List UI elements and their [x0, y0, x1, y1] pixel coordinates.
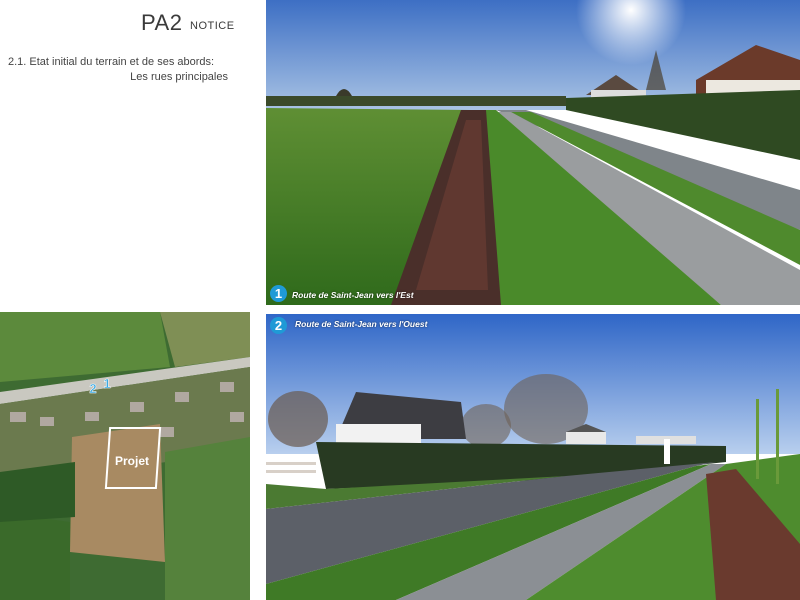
project-label: Projet [115, 454, 150, 468]
map-marker-1: 1 [103, 376, 111, 391]
photo-east-illustration [266, 0, 800, 305]
map-marker-2: 2 [89, 381, 97, 396]
notice-label: NOTICE [190, 20, 235, 32]
photo-2-caption: Route de Saint-Jean vers l'Ouest [295, 319, 428, 329]
document-code: PA2 [141, 10, 183, 35]
photo-east-view [266, 0, 800, 305]
photo-2-badge: 2 [270, 317, 287, 334]
section-title: 2.1. Etat initial du terrain et de ses a… [8, 56, 215, 68]
photo-1-caption: Route de Saint-Jean vers l'Est [292, 290, 414, 300]
photo-west-illustration [266, 314, 800, 600]
section-subtitle: Les rues principales [130, 71, 228, 83]
photo-west-view [266, 314, 800, 600]
photo-1-badge: 1 [270, 285, 287, 302]
